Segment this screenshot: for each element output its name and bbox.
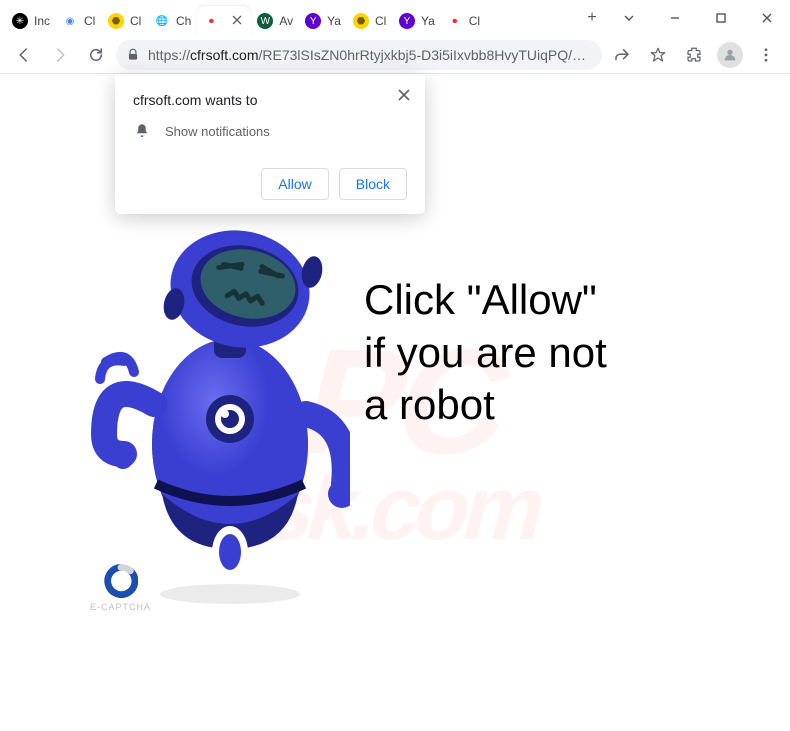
tab-favicon: Y (399, 13, 415, 29)
minimize-button[interactable] (652, 0, 698, 36)
browser-tab[interactable]: Y Ya (393, 6, 441, 36)
tab-favicon: ⬣ (108, 13, 124, 29)
new-tab-button[interactable]: + (578, 4, 606, 32)
allow-button[interactable]: Allow (261, 168, 328, 200)
tab-title: Cl (84, 14, 96, 28)
window-controls (606, 0, 790, 36)
tab-title: Ya (421, 14, 435, 28)
tab-favicon: Y (305, 13, 321, 29)
browser-tab[interactable]: ⏺ (197, 6, 251, 36)
forward-button[interactable] (44, 39, 76, 71)
headline-line3: a robot (364, 379, 607, 432)
tab-favicon: W (257, 13, 273, 29)
close-tab-icon[interactable] (231, 14, 245, 28)
close-window-button[interactable] (744, 0, 790, 36)
window-dropdown-button[interactable] (606, 0, 652, 36)
tab-favicon: ⬣ (353, 13, 369, 29)
url-text: https://cfrsoft.com/RE73lSIsZN0hrRtyjxkb… (148, 47, 592, 63)
browser-tab[interactable]: Y Ya (299, 6, 347, 36)
browser-tab[interactable]: ⬣ Cl (347, 6, 393, 36)
page-viewport: PC risk.com (0, 74, 790, 731)
notification-permission-prompt: cfrsoft.com wants to Show notifications … (115, 74, 425, 214)
tab-favicon: ⏺ (447, 13, 463, 29)
tab-favicon: 🌐 (154, 13, 170, 29)
bell-icon (133, 122, 151, 140)
extensions-button[interactable] (678, 39, 710, 71)
block-button[interactable]: Block (339, 168, 407, 200)
prompt-title: cfrsoft.com wants to (133, 92, 407, 108)
browser-tab[interactable]: ⏺ Cl (441, 6, 487, 36)
tab-favicon: ✳ (12, 13, 28, 29)
address-bar[interactable]: https://cfrsoft.com/RE73lSIsZN0hrRtyjxkb… (116, 40, 602, 70)
tab-title: Inc (34, 14, 50, 28)
url-path: /RE73lSIsZN0hrRtyjxkbj5-D3i5iIxvbb8HvyTU… (259, 47, 593, 63)
avatar-icon (717, 42, 743, 68)
share-button[interactable] (606, 39, 638, 71)
tab-title: Cl (375, 14, 387, 28)
close-icon[interactable] (397, 88, 411, 102)
browser-tab[interactable]: W Av (251, 6, 299, 36)
browser-tab[interactable]: ◉ Cl (56, 6, 102, 36)
profile-button[interactable] (714, 39, 746, 71)
ecaptcha-label: E-CAPTCHA (90, 602, 151, 612)
tab-favicon: ⏺ (203, 13, 219, 29)
ecaptcha-icon (104, 564, 138, 598)
lock-icon (126, 48, 140, 62)
tab-strip: ✳ Inc ◉ Cl ⬣ Cl 🌐 Ch ⏺ W Av Y Ya ⬣ Cl Y Ya ⏺ Cl (0, 0, 578, 36)
window-titlebar: ✳ Inc ◉ Cl ⬣ Cl 🌐 Ch ⏺ W Av Y Ya ⬣ Cl Y Ya ⏺ Cl + (0, 0, 790, 36)
menu-button[interactable] (750, 39, 782, 71)
robot-illustration (90, 194, 350, 614)
tab-title: Cl (469, 14, 481, 28)
browser-toolbar: https://cfrsoft.com/RE73lSIsZN0hrRtyjxkb… (0, 36, 790, 74)
tab-title: Ya (327, 14, 341, 28)
maximize-button[interactable] (698, 0, 744, 36)
browser-tab[interactable]: ⬣ Cl (102, 6, 148, 36)
bookmark-button[interactable] (642, 39, 674, 71)
url-host: cfrsoft.com (190, 47, 258, 63)
tab-title: Av (279, 14, 293, 28)
prompt-permission-label: Show notifications (165, 124, 270, 139)
tab-title: Cl (130, 14, 142, 28)
tab-title: Ch (176, 14, 191, 28)
browser-tab[interactable]: ✳ Inc (6, 6, 56, 36)
page-headline: Click "Allow" if you are not a robot (364, 274, 607, 432)
url-scheme: https:// (148, 47, 190, 63)
ecaptcha-badge: E-CAPTCHA (90, 564, 151, 612)
headline-line2: if you are not (364, 327, 607, 380)
headline-line1: Click "Allow" (364, 274, 607, 327)
back-button[interactable] (8, 39, 40, 71)
tab-favicon: ◉ (62, 13, 78, 29)
reload-button[interactable] (80, 39, 112, 71)
browser-tab[interactable]: 🌐 Ch (148, 6, 197, 36)
